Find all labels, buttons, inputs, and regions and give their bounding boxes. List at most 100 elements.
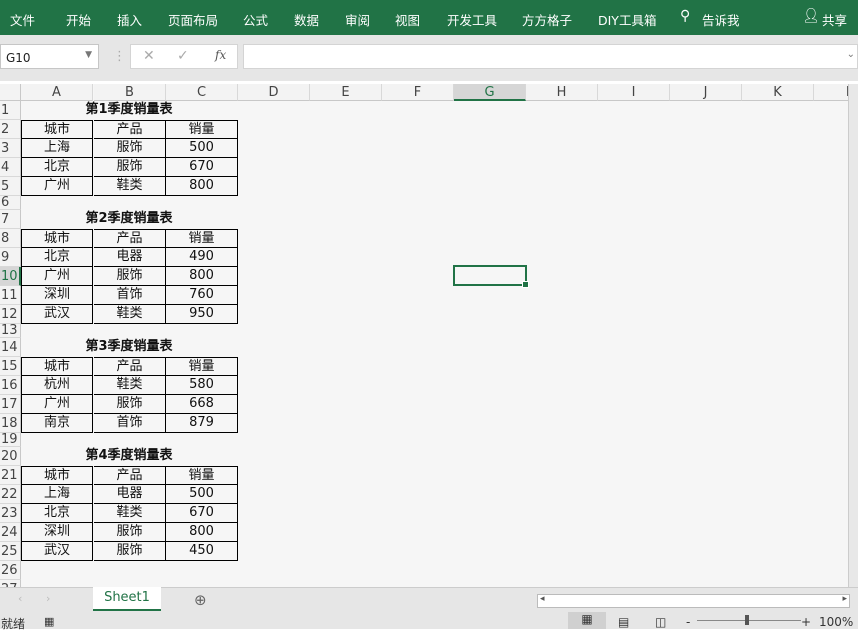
- row-header-19[interactable]: 19: [0, 433, 21, 447]
- table-cell[interactable]: 800: [166, 267, 238, 286]
- table-cell[interactable]: 城市: [21, 120, 93, 139]
- column-header-H[interactable]: H: [526, 84, 598, 101]
- table-cell[interactable]: 深圳: [21, 286, 93, 305]
- table-cell[interactable]: 服饰: [94, 139, 166, 158]
- ribbon-tab[interactable]: 开发工具: [447, 10, 497, 29]
- row-header-12[interactable]: 12: [0, 305, 21, 324]
- table-cell[interactable]: 电器: [94, 248, 166, 267]
- row-header-25[interactable]: 25: [0, 542, 21, 561]
- table-cell[interactable]: 服饰: [94, 158, 166, 177]
- table-cell[interactable]: 电器: [94, 485, 166, 504]
- row-header-14[interactable]: 14: [0, 338, 21, 357]
- ribbon-tab[interactable]: DIY工具箱: [598, 10, 656, 29]
- table-cell[interactable]: 800: [166, 523, 238, 542]
- table-cell[interactable]: 450: [166, 542, 238, 561]
- zoom-slider-thumb[interactable]: [745, 615, 749, 625]
- table-cell[interactable]: 500: [166, 485, 238, 504]
- row-header-4[interactable]: 4: [0, 158, 21, 177]
- cancel-icon[interactable]: ✕: [143, 48, 155, 64]
- row-header-9[interactable]: 9: [0, 248, 21, 267]
- row-header-6[interactable]: 6: [0, 196, 21, 210]
- table-cell[interactable]: 鞋类: [94, 504, 166, 523]
- row-header-26[interactable]: 26: [0, 561, 21, 580]
- row-header-17[interactable]: 17: [0, 395, 21, 414]
- scroll-left-arrow-icon[interactable]: ◂: [540, 594, 545, 604]
- scroll-right-icon[interactable]: ›: [46, 592, 50, 605]
- sheet-tab-sheet1[interactable]: Sheet1: [93, 587, 161, 611]
- share-button[interactable]: 共享: [822, 10, 847, 29]
- enter-check-icon[interactable]: ✓: [177, 48, 189, 64]
- row-header-21[interactable]: 21: [0, 466, 21, 485]
- ribbon-tab[interactable]: 视图: [395, 10, 420, 29]
- table-cell[interactable]: 销量: [166, 229, 238, 248]
- row-header-18[interactable]: 18: [0, 414, 21, 433]
- selected-cell-g10[interactable]: [453, 265, 527, 286]
- column-header-I[interactable]: I: [598, 84, 670, 101]
- row-header-3[interactable]: 3: [0, 139, 21, 158]
- scroll-left-icon[interactable]: ‹: [18, 592, 22, 605]
- table-cell[interactable]: 广州: [21, 177, 93, 196]
- column-header-B[interactable]: B: [94, 84, 166, 101]
- table-cell[interactable]: 销量: [166, 120, 238, 139]
- ribbon-tab[interactable]: 文件: [10, 10, 35, 29]
- table-cell[interactable]: 武汉: [21, 305, 93, 324]
- table-cell[interactable]: 500: [166, 139, 238, 158]
- normal-view-icon[interactable]: ▦: [568, 612, 606, 629]
- row-header-11[interactable]: 11: [0, 286, 21, 305]
- row-header-5[interactable]: 5: [0, 177, 21, 196]
- tell-me-input[interactable]: 告诉我: [702, 10, 740, 29]
- expand-icon[interactable]: ⌄: [847, 49, 855, 60]
- row-header-15[interactable]: 15: [0, 357, 21, 376]
- chevron-down-icon[interactable]: ▼: [85, 50, 92, 60]
- ribbon-tab[interactable]: 页面布局: [168, 10, 218, 29]
- column-header-L[interactable]: L: [814, 84, 848, 101]
- zoom-in-icon[interactable]: +: [801, 615, 811, 629]
- table-cell[interactable]: 产品: [94, 120, 166, 139]
- table-cell[interactable]: 北京: [21, 158, 93, 177]
- select-all-button[interactable]: [0, 84, 21, 101]
- ribbon-tab[interactable]: 插入: [117, 10, 142, 29]
- table-cell[interactable]: 销量: [166, 357, 238, 376]
- row-header-23[interactable]: 23: [0, 504, 21, 523]
- table-cell[interactable]: 产品: [94, 357, 166, 376]
- table-cell[interactable]: 首饰: [94, 286, 166, 305]
- column-header-D[interactable]: D: [238, 84, 310, 101]
- table-cell[interactable]: 城市: [21, 357, 93, 376]
- macro-record-icon[interactable]: ▦: [44, 615, 54, 628]
- row-header-24[interactable]: 24: [0, 523, 21, 542]
- table-cell[interactable]: 城市: [21, 466, 93, 485]
- add-sheet-icon[interactable]: ⊕: [194, 591, 207, 609]
- row-header-16[interactable]: 16: [0, 376, 21, 395]
- row-header-7[interactable]: 7: [0, 210, 21, 229]
- column-header-E[interactable]: E: [310, 84, 382, 101]
- column-header-K[interactable]: K: [742, 84, 814, 101]
- row-header-20[interactable]: 20: [0, 447, 21, 466]
- ribbon-tab[interactable]: 审阅: [345, 10, 370, 29]
- table-cell[interactable]: 670: [166, 158, 238, 177]
- row-header-27[interactable]: 27: [0, 580, 21, 587]
- name-box[interactable]: G10▼: [0, 44, 99, 69]
- table-title[interactable]: 第2季度销量表: [21, 210, 237, 229]
- table-cell[interactable]: 668: [166, 395, 238, 414]
- formula-input[interactable]: ⌄: [243, 44, 858, 69]
- table-cell[interactable]: 上海: [21, 139, 93, 158]
- table-title[interactable]: 第3季度销量表: [21, 338, 237, 357]
- table-cell[interactable]: 北京: [21, 248, 93, 267]
- table-cell[interactable]: 北京: [21, 504, 93, 523]
- vertical-scrollbar[interactable]: [848, 84, 858, 587]
- column-header-A[interactable]: A: [21, 84, 93, 101]
- horizontal-scrollbar[interactable]: ◂ ▸: [537, 594, 850, 608]
- insert-function-icon[interactable]: fx: [215, 48, 226, 62]
- table-cell[interactable]: 广州: [21, 395, 93, 414]
- scroll-right-arrow-icon[interactable]: ▸: [842, 594, 847, 604]
- table-title[interactable]: 第1季度销量表: [21, 101, 237, 120]
- table-cell[interactable]: 南京: [21, 414, 93, 433]
- table-cell[interactable]: 879: [166, 414, 238, 433]
- table-cell[interactable]: 城市: [21, 229, 93, 248]
- row-header-22[interactable]: 22: [0, 485, 21, 504]
- table-cell[interactable]: 首饰: [94, 414, 166, 433]
- table-cell[interactable]: 服饰: [94, 542, 166, 561]
- table-cell[interactable]: 深圳: [21, 523, 93, 542]
- ribbon-tab[interactable]: 数据: [294, 10, 319, 29]
- table-cell[interactable]: 销量: [166, 466, 238, 485]
